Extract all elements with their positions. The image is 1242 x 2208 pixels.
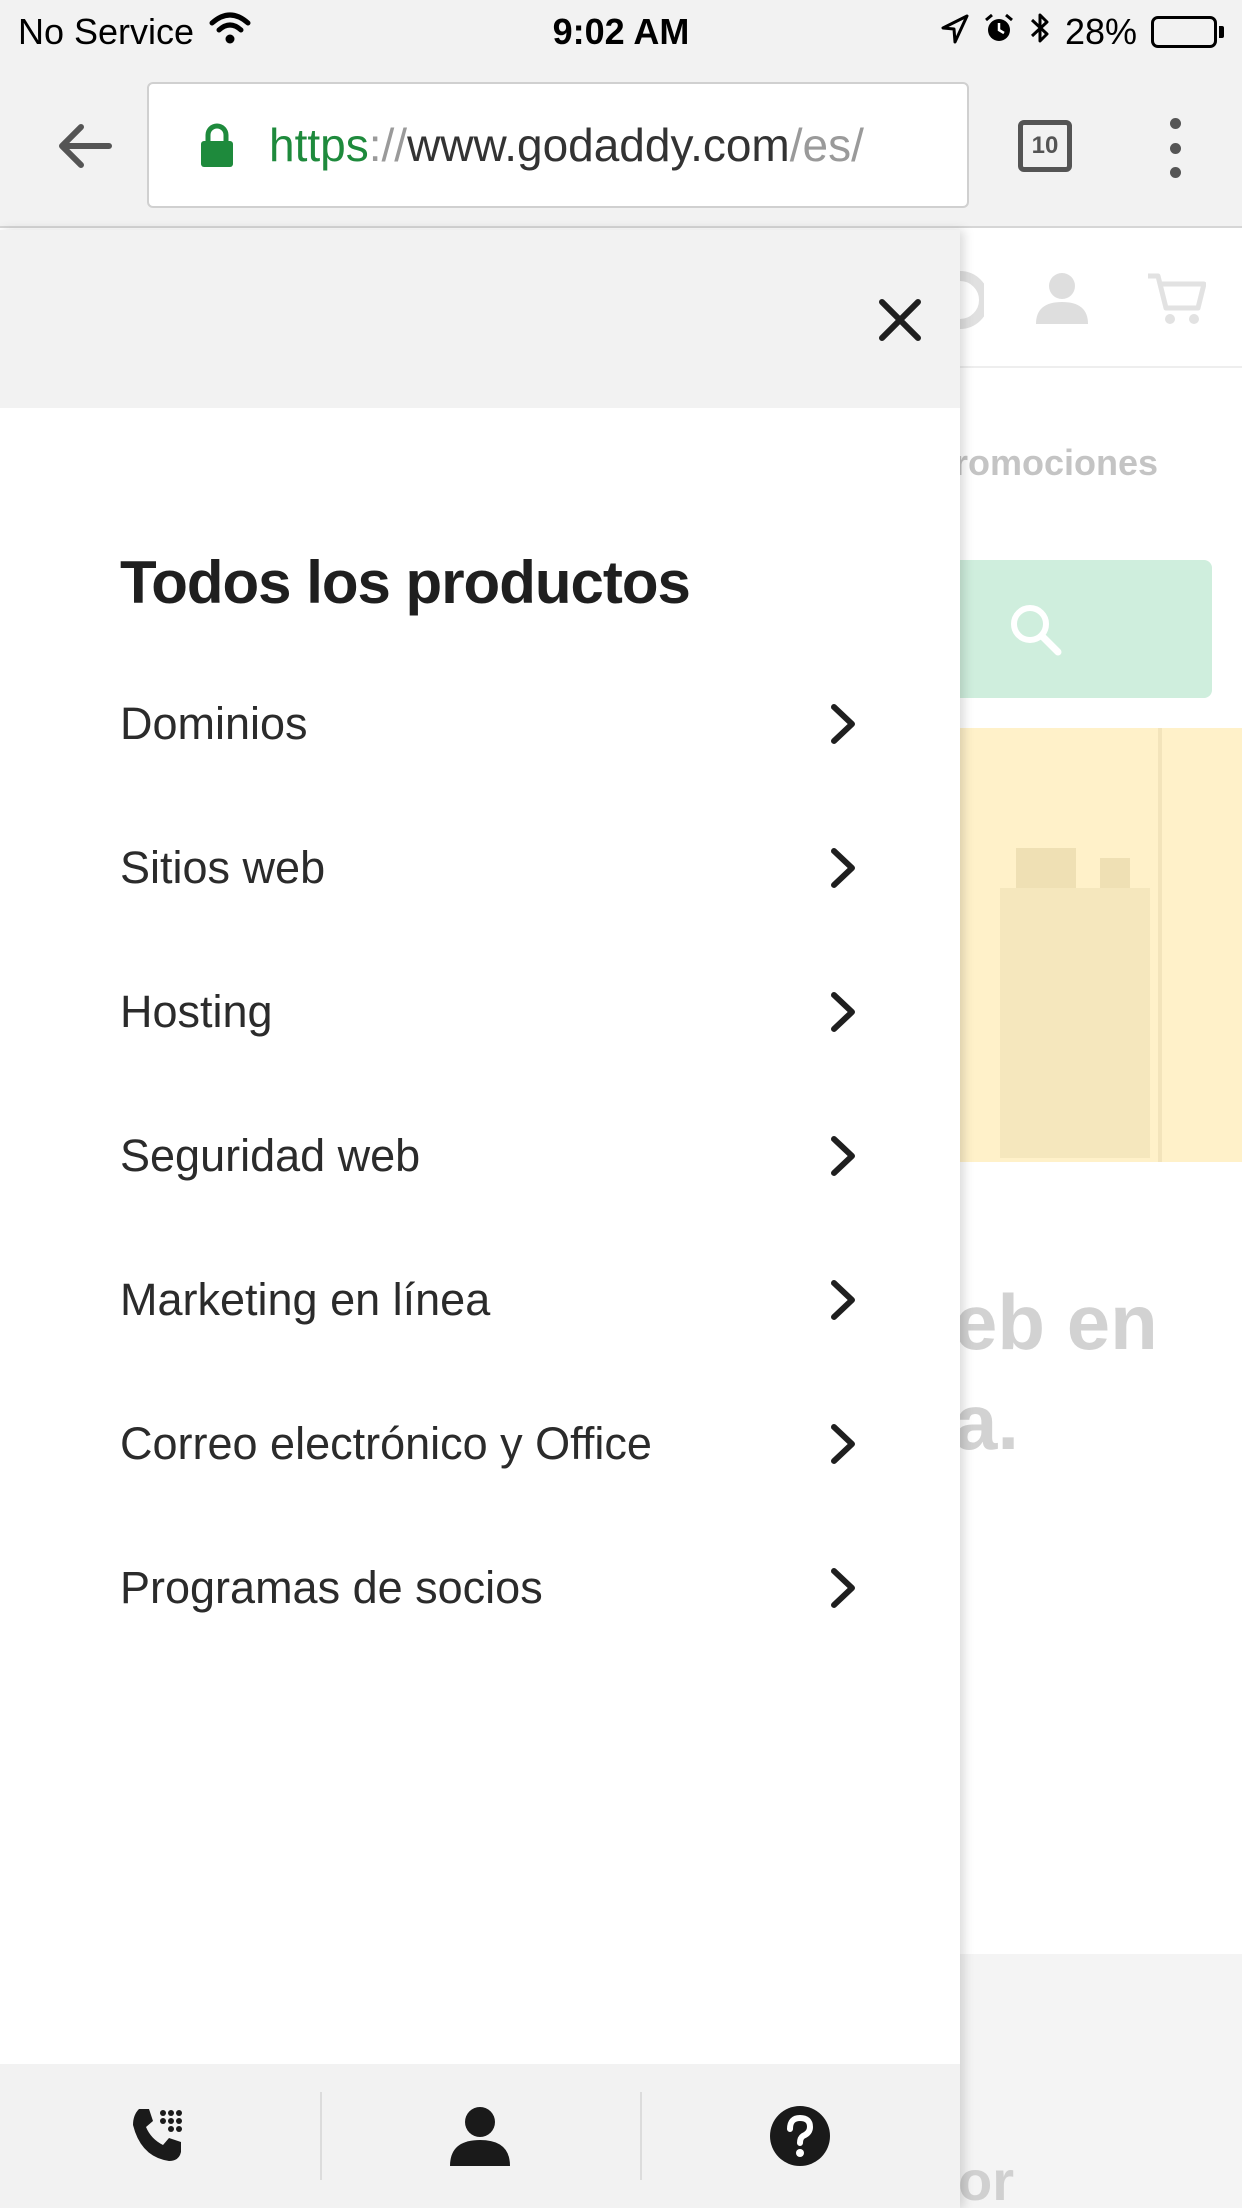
menu-item-correo-office[interactable]: Correo electrónico y Office	[120, 1372, 860, 1516]
browser-toolbar: https://www.godaddy.com/es/ 10	[0, 64, 1242, 228]
back-arrow-icon	[59, 124, 112, 168]
location-arrow-icon	[941, 11, 969, 53]
close-icon	[879, 299, 921, 341]
search-icon	[1011, 605, 1062, 656]
chevron-right-icon	[826, 1134, 860, 1178]
screen: No Service 9:02 AM 28% https://www.godad…	[0, 0, 1242, 2208]
menu-item-marketing-en-linea[interactable]: Marketing en línea	[120, 1228, 860, 1372]
bg-search-button	[960, 560, 1212, 698]
menu-item-label: Marketing en línea	[120, 1274, 491, 1325]
bg-cart-icon	[1148, 273, 1206, 324]
wifi-icon	[208, 11, 252, 54]
menu-item-label: Sitios web	[120, 842, 326, 893]
menu-item-seguridad-web[interactable]: Seguridad web	[120, 1084, 860, 1228]
account-button[interactable]	[320, 2064, 640, 2208]
back-button[interactable]	[50, 116, 120, 176]
products-drawer: Todos los productos Dominios Sitios web …	[0, 230, 960, 2208]
user-icon	[450, 2107, 510, 2166]
menu-item-programas-de-socios[interactable]: Programas de socios	[120, 1516, 860, 1660]
battery-tip	[1219, 26, 1224, 38]
help-button[interactable]	[640, 2064, 960, 2208]
background-page: romociones eb en a. or	[960, 230, 1242, 2208]
url-text: https://www.godaddy.com/es/	[269, 118, 864, 172]
bg-promo-text: romociones	[960, 442, 1159, 483]
call-button[interactable]	[0, 2064, 320, 2208]
menu-item-label: Seguridad web	[120, 1130, 421, 1181]
menu-item-label: Dominios	[120, 698, 308, 749]
battery-icon	[1151, 16, 1224, 48]
menu-item-label: Hosting	[120, 986, 273, 1037]
url-scheme: https	[269, 119, 369, 171]
lock-icon	[199, 122, 235, 168]
status-left: No Service	[18, 11, 252, 54]
close-button[interactable]	[870, 290, 930, 350]
menu-item-label: Programas de socios	[120, 1562, 543, 1613]
bg-user-icon	[1036, 273, 1088, 324]
chevron-right-icon	[826, 990, 860, 1034]
menu-item-hosting[interactable]: Hosting	[120, 940, 860, 1084]
url-host: www.godaddy.com	[407, 119, 790, 171]
drawer-footer	[0, 2064, 960, 2208]
chevron-right-icon	[826, 846, 860, 890]
drawer-header	[0, 230, 960, 408]
bg-partial-icon	[960, 271, 984, 329]
drawer-title: Todos los productos	[120, 549, 691, 616]
status-right: 28%	[941, 11, 1224, 54]
menu-dots-icon[interactable]	[1160, 118, 1190, 178]
chevron-right-icon	[826, 702, 860, 746]
status-bar: No Service 9:02 AM 28%	[0, 0, 1242, 64]
chevron-right-icon	[826, 1566, 860, 1610]
bg-bottom-text: or	[960, 2149, 1014, 2208]
help-icon	[770, 2106, 830, 2166]
url-separator: ://	[368, 119, 408, 171]
url-path: /es/	[789, 119, 864, 171]
url-bar[interactable]: https://www.godaddy.com/es/	[147, 82, 969, 208]
battery-body	[1151, 16, 1217, 48]
battery-percent: 28%	[1064, 11, 1137, 52]
bg-header	[960, 230, 1242, 368]
menu-item-sitios-web[interactable]: Sitios web	[120, 796, 860, 940]
tab-switcher-button[interactable]: 10	[1018, 120, 1072, 172]
bg-heading: eb en a.	[960, 1278, 1158, 1466]
chevron-right-icon	[826, 1422, 860, 1466]
bg-hero-image	[960, 728, 1242, 1162]
bluetooth-icon	[1029, 11, 1051, 54]
menu-item-dominios[interactable]: Dominios	[120, 652, 860, 796]
product-menu: Dominios Sitios web Hosting Seguridad we…	[120, 652, 860, 1660]
carrier-label: No Service	[18, 11, 195, 52]
chevron-right-icon	[826, 1278, 860, 1322]
phone-icon	[133, 2109, 182, 2161]
alarm-icon	[983, 11, 1015, 53]
menu-item-label: Correo electrónico y Office	[120, 1418, 652, 1469]
